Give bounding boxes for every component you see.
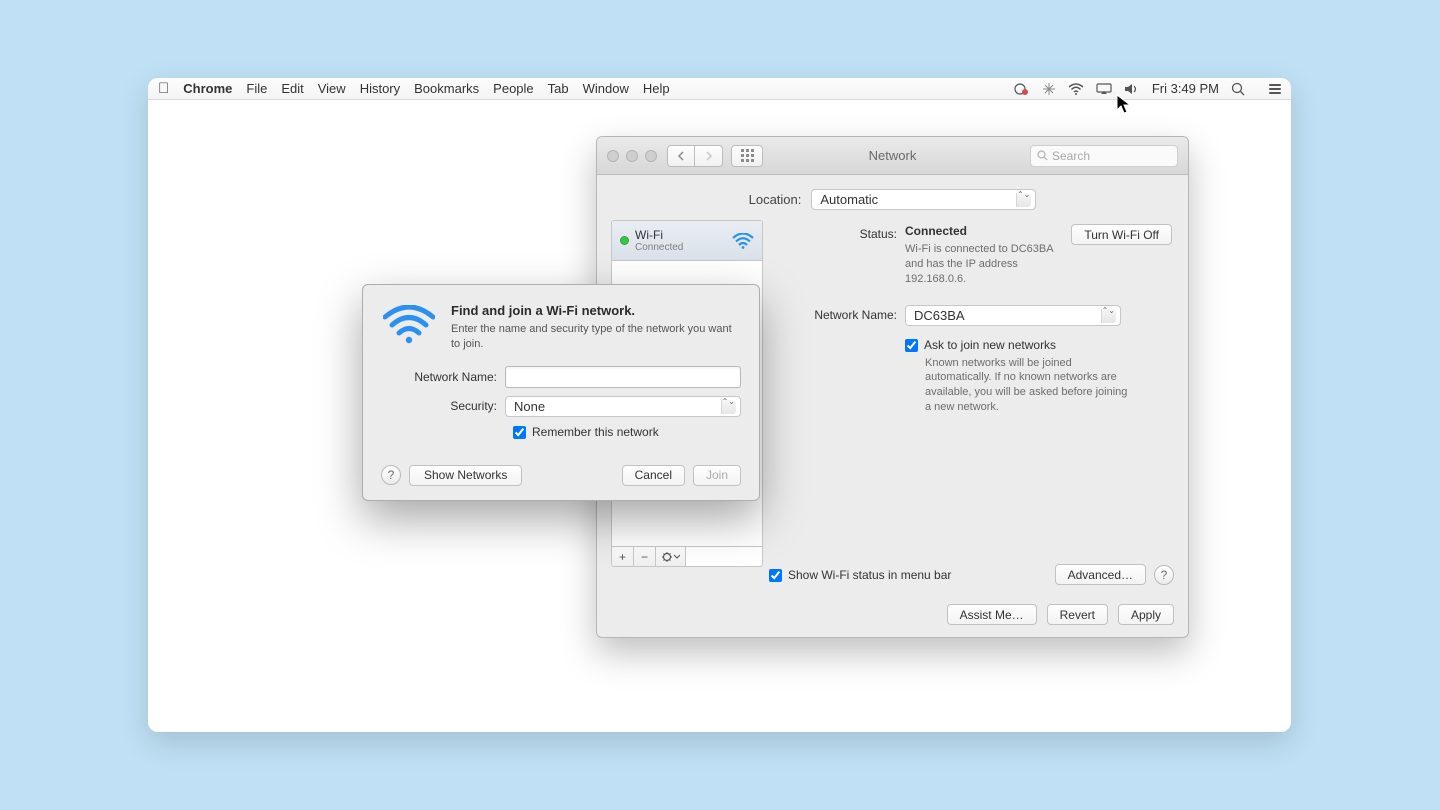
forward-button[interactable] xyxy=(695,145,723,167)
airplay-icon[interactable] xyxy=(1096,83,1112,95)
status-info: Wi-Fi is connected to DC63BA and has the… xyxy=(905,242,1059,287)
status-dot-icon xyxy=(620,236,629,245)
menu-tab[interactable]: Tab xyxy=(548,81,569,96)
show-all-button[interactable] xyxy=(731,145,763,167)
show-networks-button[interactable]: Show Networks xyxy=(409,465,522,486)
network-name-select[interactable]: DC63BA xyxy=(905,305,1121,326)
location-value: Automatic xyxy=(820,192,878,207)
sidebar-wifi-title: Wi-Fi xyxy=(635,228,726,242)
ask-join-label: Ask to join new networks xyxy=(924,338,1056,352)
sidebar-wifi-status: Connected xyxy=(635,242,726,253)
menu-window[interactable]: Window xyxy=(583,81,629,96)
dialog-security-label: Security: xyxy=(381,399,505,413)
remember-network-label: Remember this network xyxy=(532,425,659,439)
remember-network-checkbox[interactable] xyxy=(513,426,526,439)
ask-join-checkbox[interactable] xyxy=(905,339,918,352)
menu-help[interactable]: Help xyxy=(643,81,670,96)
apply-button[interactable]: Apply xyxy=(1118,604,1174,625)
join-button[interactable]: Join xyxy=(693,465,741,486)
dialog-security-value: None xyxy=(514,399,545,414)
spotlight-icon[interactable] xyxy=(1231,82,1245,96)
prefs-search-placeholder: Search xyxy=(1052,149,1090,163)
revert-button[interactable]: Revert xyxy=(1047,604,1108,625)
dialog-help-icon[interactable]: ? xyxy=(381,465,401,485)
join-wifi-dialog: Find and join a Wi-Fi network. Enter the… xyxy=(362,284,760,501)
status-value: Connected xyxy=(905,224,1059,238)
wifi-large-icon xyxy=(381,303,437,352)
window-titlebar: Network Search xyxy=(597,137,1188,175)
advanced-button[interactable]: Advanced… xyxy=(1055,564,1146,585)
prefs-search-input[interactable]: Search xyxy=(1030,145,1178,167)
menu-edit[interactable]: Edit xyxy=(281,81,303,96)
menu-history[interactable]: History xyxy=(360,81,400,96)
zoom-traffic-light[interactable] xyxy=(645,150,657,162)
back-button[interactable] xyxy=(667,145,695,167)
sidebar-item-wifi[interactable]: Wi-Fi Connected xyxy=(612,221,762,261)
menubar-clock[interactable]: Fri 3:49 PM xyxy=(1152,81,1219,96)
app-name[interactable]: Chrome xyxy=(183,81,232,96)
remove-interface-button[interactable]: − xyxy=(634,547,656,566)
desktop:  Chrome File Edit View History Bookmark… xyxy=(148,78,1291,732)
show-status-label: Show Wi-Fi status in menu bar xyxy=(788,568,951,582)
interface-actions-button[interactable] xyxy=(656,547,686,566)
location-select[interactable]: Automatic xyxy=(811,189,1036,210)
dialog-network-name-label: Network Name: xyxy=(381,370,505,384)
network-name-value: DC63BA xyxy=(914,308,965,323)
turn-wifi-off-button[interactable]: Turn Wi-Fi Off xyxy=(1071,224,1172,245)
show-status-checkbox[interactable] xyxy=(769,569,782,582)
wifi-menubar-icon[interactable] xyxy=(1068,83,1084,95)
assist-me-button[interactable]: Assist Me… xyxy=(947,604,1037,625)
dialog-title: Find and join a Wi-Fi network. xyxy=(451,303,741,318)
help-icon[interactable]: ? xyxy=(1154,565,1174,585)
location-label: Location: xyxy=(749,192,802,207)
status-circle-icon[interactable] xyxy=(1014,82,1030,96)
wifi-icon xyxy=(732,233,754,249)
cancel-button[interactable]: Cancel xyxy=(622,465,685,486)
status-label: Status: xyxy=(773,224,905,241)
dialog-network-name-input[interactable] xyxy=(505,366,741,388)
menu-people[interactable]: People xyxy=(493,81,533,96)
sync-icon[interactable] xyxy=(1042,82,1056,96)
menu-file[interactable]: File xyxy=(246,81,267,96)
volume-icon[interactable] xyxy=(1124,83,1140,95)
minimize-traffic-light[interactable] xyxy=(626,150,638,162)
apple-menu-icon[interactable]:  xyxy=(158,80,169,97)
notification-center-icon[interactable] xyxy=(1269,84,1281,94)
add-interface-button[interactable]: + xyxy=(612,547,634,566)
ask-join-info: Known networks will be joined automatica… xyxy=(925,356,1135,415)
mouse-cursor-icon xyxy=(1116,94,1134,116)
dialog-description: Enter the name and security type of the … xyxy=(451,322,741,352)
network-name-label: Network Name: xyxy=(773,305,905,322)
menu-bookmarks[interactable]: Bookmarks xyxy=(414,81,479,96)
close-traffic-light[interactable] xyxy=(607,150,619,162)
dialog-security-select[interactable]: None xyxy=(505,396,741,417)
menu-view[interactable]: View xyxy=(318,81,346,96)
